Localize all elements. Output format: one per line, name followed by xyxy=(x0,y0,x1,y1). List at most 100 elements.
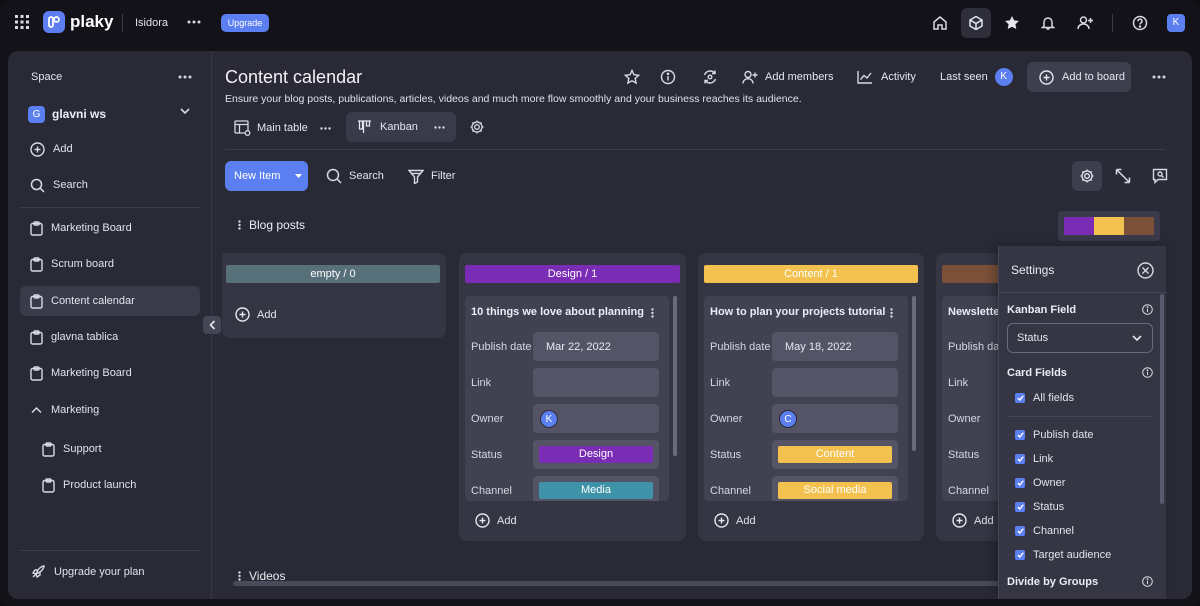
user-avatar[interactable]: K xyxy=(1167,14,1185,32)
column-header[interactable]: empty / 0 xyxy=(226,265,440,283)
info-icon[interactable] xyxy=(659,68,677,86)
add-members-button[interactable]: Add members xyxy=(742,67,833,87)
plaky-logo[interactable]: plaky xyxy=(43,11,113,33)
home-icon[interactable] xyxy=(930,13,950,33)
sidebar-item-label: glavna tablica xyxy=(51,331,119,343)
sidebar-item-glavna-tablica[interactable]: glavna tablica xyxy=(20,322,200,352)
column-add-button[interactable]: Add xyxy=(952,513,994,528)
column-header[interactable]: Content / 1 xyxy=(704,265,918,283)
card-more-icon[interactable] xyxy=(886,307,896,319)
field-owner[interactable]: K xyxy=(533,404,659,433)
all-fields-checkbox[interactable]: All fields xyxy=(1015,392,1074,404)
card-more-icon[interactable] xyxy=(647,307,657,319)
sidebar-item-scrum-board[interactable]: Scrum board xyxy=(20,249,200,279)
field-status[interactable]: Content xyxy=(772,440,898,469)
view-settings-gear-icon[interactable] xyxy=(468,118,486,136)
comment-search-icon[interactable] xyxy=(1150,166,1170,186)
sidebar-search[interactable]: Search xyxy=(20,170,200,200)
upgrade-button[interactable]: Upgrade xyxy=(221,14,269,32)
field-checkbox-channel[interactable]: Channel xyxy=(1015,525,1074,537)
field-link[interactable] xyxy=(533,368,659,397)
field-link[interactable] xyxy=(772,368,898,397)
kanban-field-select[interactable]: Status xyxy=(1007,323,1153,353)
sidebar-add[interactable]: Add xyxy=(20,134,200,164)
sidebar-item-marketing-board[interactable]: Marketing Board xyxy=(20,213,200,243)
column-add-button[interactable]: Add xyxy=(714,513,756,528)
kanban-settings-gear-button[interactable] xyxy=(1072,161,1102,191)
kanban-card[interactable]: How to plan your projects tutorial Publi… xyxy=(704,296,908,501)
checkbox-checked-icon xyxy=(1015,430,1025,440)
upgrade-plan-link[interactable]: Upgrade your plan xyxy=(20,557,200,587)
card-title[interactable]: 10 things we love about planning xyxy=(471,306,644,318)
new-item-button[interactable]: New Item xyxy=(225,161,308,191)
field-checkbox-publish-date[interactable]: Publish date xyxy=(1015,429,1094,441)
group-color-strip[interactable] xyxy=(1058,211,1160,241)
workspace-selector[interactable]: G glavni ws xyxy=(28,104,198,124)
kanban-card[interactable]: 10 things we love about planning Publish… xyxy=(465,296,669,501)
space-more-icon[interactable] xyxy=(176,70,194,84)
color-swatch-brown xyxy=(1124,217,1154,235)
field-publish-date[interactable]: May 18, 2022 xyxy=(772,332,898,361)
workspace-name[interactable]: Isidora xyxy=(135,17,168,29)
expand-icon[interactable] xyxy=(1113,166,1133,186)
help-icon[interactable] xyxy=(1130,13,1150,33)
field-checkbox-owner[interactable]: Owner xyxy=(1015,477,1065,489)
checkbox-checked-icon xyxy=(1015,526,1025,536)
filter-button[interactable]: Filter xyxy=(408,166,455,186)
apps-grid-icon[interactable] xyxy=(14,14,30,30)
cube-icon[interactable] xyxy=(961,8,991,38)
tab-kanban[interactable]: Kanban xyxy=(346,112,456,142)
field-channel[interactable]: Media xyxy=(533,476,659,501)
clipboard-icon xyxy=(30,220,43,236)
tab-more-icon[interactable] xyxy=(434,125,445,129)
new-item-dropdown-icon[interactable] xyxy=(289,161,308,191)
sidebar-item-label: Marketing Board xyxy=(51,367,132,379)
settings-scrollbar[interactable] xyxy=(1160,294,1164,504)
sidebar-item-support[interactable]: Support xyxy=(32,434,200,464)
column-header[interactable]: Design / 1 xyxy=(465,265,680,283)
sidebar-item-product-launch[interactable]: Product launch xyxy=(32,470,200,500)
add-to-board-button[interactable]: Add to board xyxy=(1027,62,1131,92)
sidebar-item-content-calendar[interactable]: Content calendar xyxy=(20,286,200,316)
last-seen[interactable]: Last seen K xyxy=(940,67,1013,87)
info-icon[interactable] xyxy=(1141,575,1153,587)
field-status[interactable]: Design xyxy=(533,440,659,469)
card-title[interactable]: How to plan your projects tutorial xyxy=(710,306,885,318)
search-icon xyxy=(30,178,45,193)
field-publish-date[interactable]: Mar 22, 2022 xyxy=(533,332,659,361)
horizontal-scrollbar[interactable] xyxy=(233,581,1013,586)
drag-handle-icon[interactable] xyxy=(235,219,243,231)
sidebar-add-label: Add xyxy=(53,143,73,155)
field-label-link: Link xyxy=(471,377,492,389)
card-title[interactable]: Newsletter xyxy=(948,306,1004,318)
info-icon[interactable] xyxy=(1141,366,1153,378)
add-user-icon[interactable] xyxy=(1075,13,1095,33)
upgrade-plan-label: Upgrade your plan xyxy=(54,566,145,578)
star-icon[interactable] xyxy=(1002,13,1022,33)
bell-icon[interactable] xyxy=(1038,13,1058,33)
info-icon[interactable] xyxy=(1141,303,1153,315)
board-more-icon[interactable] xyxy=(1150,69,1168,85)
field-channel[interactable]: Social media xyxy=(772,476,898,501)
column-scrollbar[interactable] xyxy=(673,296,677,456)
group-title-blog-posts[interactable]: Blog posts xyxy=(249,218,305,232)
activity-button[interactable]: Activity xyxy=(857,67,916,87)
field-checkbox-link[interactable]: Link xyxy=(1015,453,1053,465)
close-icon[interactable] xyxy=(1135,260,1155,280)
search-button[interactable]: Search xyxy=(326,166,384,186)
column-add-button[interactable]: Add xyxy=(475,513,517,528)
field-checkbox-status[interactable]: Status xyxy=(1015,501,1064,513)
sync-icon[interactable] xyxy=(701,68,719,86)
tab-more-icon[interactable] xyxy=(320,126,331,130)
clipboard-icon xyxy=(30,365,43,381)
topbar-divider xyxy=(122,14,123,32)
field-checkbox-target-audience[interactable]: Target audience xyxy=(1015,549,1111,561)
more-icon[interactable] xyxy=(185,14,203,30)
column-scrollbar[interactable] xyxy=(912,296,916,451)
sidebar-item-marketing-board-2[interactable]: Marketing Board xyxy=(20,358,200,388)
favorite-star-icon[interactable] xyxy=(623,68,641,86)
tab-main-table[interactable]: Main table xyxy=(234,118,331,138)
column-add-button[interactable]: Add xyxy=(235,307,277,322)
sidebar-folder-marketing[interactable]: Marketing xyxy=(20,395,200,425)
field-owner[interactable]: C xyxy=(772,404,898,433)
